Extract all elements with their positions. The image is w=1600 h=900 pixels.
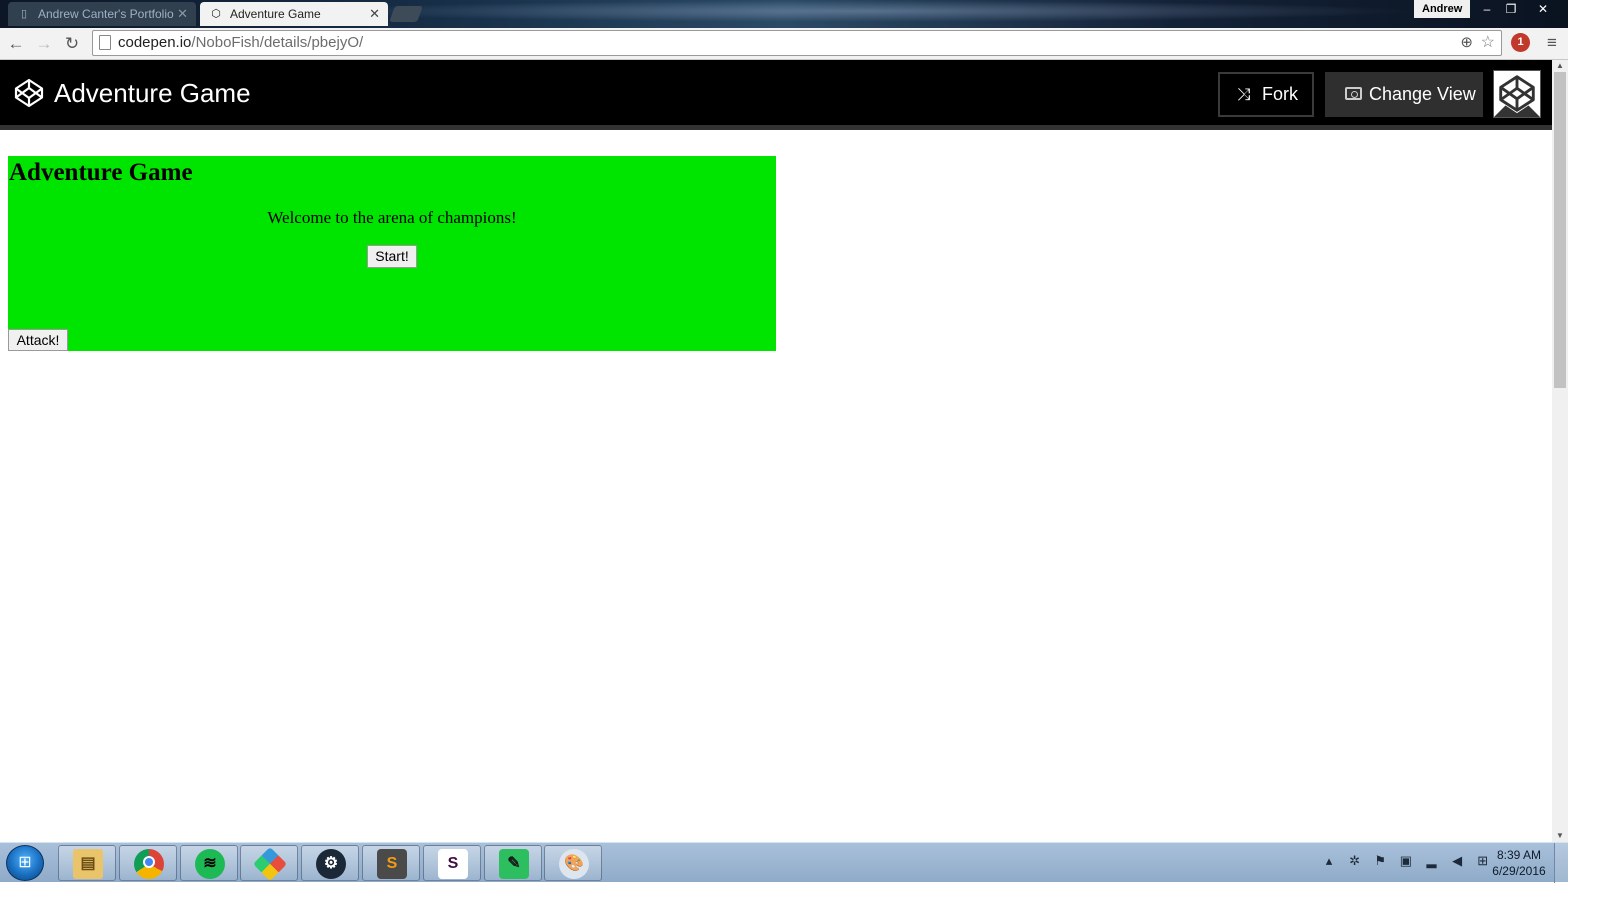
taskbar-slack[interactable]: S bbox=[423, 845, 481, 881]
codepen-header: Adventure Game ⤨ Fork Change View bbox=[0, 60, 1552, 130]
welcome-message: Welcome to the arena of champions! bbox=[267, 208, 517, 227]
tab-portfolio[interactable]: ▯ Andrew Canter's Portfolio ✕ bbox=[8, 2, 196, 26]
game-title: Adventure Game bbox=[9, 159, 193, 186]
sublime-icon: S bbox=[377, 849, 407, 879]
volume-icon[interactable]: ◀ bbox=[1446, 853, 1468, 869]
change-view-label: Change View bbox=[1369, 84, 1476, 104]
taskbar-spotify[interactable]: ≋ bbox=[180, 845, 238, 881]
clock-date: 6/29/2016 bbox=[1492, 864, 1546, 878]
profile-button[interactable]: Andrew bbox=[1414, 0, 1471, 18]
codepen-logo-icon[interactable] bbox=[14, 78, 44, 108]
clock-time: 8:39 AM bbox=[1496, 848, 1542, 862]
scroll-up-arrow-icon[interactable]: ▲ bbox=[1552, 60, 1568, 72]
action-center-flag-icon[interactable]: ⚑ bbox=[1369, 853, 1391, 869]
scroll-down-arrow-icon[interactable]: ▼ bbox=[1552, 830, 1568, 842]
taskbar-evernote[interactable]: ✎ bbox=[484, 845, 542, 881]
tab-adventure-game[interactable]: ⬡ Adventure Game ✕ bbox=[200, 2, 388, 26]
vertical-scrollbar[interactable]: ▲ ▼ bbox=[1552, 60, 1568, 842]
taskbar-steam[interactable]: ⚙ bbox=[301, 845, 359, 881]
tray-expand-icon[interactable]: ▴ bbox=[1318, 853, 1340, 869]
eye-icon bbox=[1345, 87, 1362, 100]
steam-icon: ⚙ bbox=[316, 849, 346, 879]
windows-taskbar: ⊞ ▤ ≋ ⚙ S S ✎ 🎨 ▴ ✲ ⚑ ▣ ▂ ◀ ⊞ 8:39 AM 6/… bbox=[0, 842, 1568, 883]
tab-label: Andrew Canter's Portfolio bbox=[38, 7, 174, 21]
menu-icon[interactable]: ≡ bbox=[1543, 32, 1561, 54]
codepen-icon: ⬡ bbox=[211, 8, 221, 20]
game-panel: Adventure Game Welcome to the arena of c… bbox=[8, 156, 776, 351]
fork-label: Fork bbox=[1262, 84, 1298, 104]
fork-button[interactable]: ⤨ Fork bbox=[1218, 72, 1314, 117]
scroll-thumb[interactable] bbox=[1554, 72, 1566, 388]
bookmark-star-icon[interactable]: ☆ bbox=[1481, 31, 1495, 55]
device-icon[interactable]: ▣ bbox=[1395, 853, 1417, 869]
diamond-app-icon bbox=[253, 847, 287, 881]
system-tray: ▴ ✲ ⚑ ▣ ▂ ◀ ⊞ bbox=[1318, 853, 1494, 873]
taskbar-clock[interactable]: 8:39 AM 6/29/2016 bbox=[1486, 847, 1552, 879]
address-bar[interactable]: codepen.io/NoboFish/details/pbejyO/ ⊕ ☆ bbox=[92, 30, 1502, 56]
minimize-button[interactable]: – bbox=[1474, 0, 1500, 18]
url-text: codepen.io/NoboFish/details/pbejyO/ bbox=[118, 34, 364, 51]
network-signal-icon[interactable]: ▂ bbox=[1421, 853, 1443, 869]
taskbar-sublime-text[interactable]: S bbox=[362, 845, 420, 881]
taskbar-file-explorer[interactable]: ▤ bbox=[58, 845, 116, 881]
taskbar-game-launcher[interactable] bbox=[240, 845, 298, 881]
back-arrow-icon[interactable]: ← bbox=[4, 32, 28, 56]
slack-icon: S bbox=[438, 849, 468, 879]
tab-label: Adventure Game bbox=[230, 7, 321, 21]
fork-icon: ⤨ bbox=[1237, 85, 1251, 104]
restore-button[interactable]: ❐ bbox=[1498, 0, 1524, 18]
page-title: Adventure Game bbox=[54, 78, 251, 108]
tray-app-icon[interactable]: ✲ bbox=[1344, 853, 1366, 869]
taskbar-chrome[interactable] bbox=[119, 845, 177, 881]
taskbar-paint[interactable]: 🎨 bbox=[544, 845, 602, 881]
start-button[interactable]: Start! bbox=[367, 245, 417, 268]
change-view-button[interactable]: Change View bbox=[1325, 72, 1483, 117]
page-icon: ▯ bbox=[20, 8, 28, 20]
avatar[interactable] bbox=[1493, 70, 1541, 118]
page-icon bbox=[99, 35, 111, 50]
paint-palette-icon: 🎨 bbox=[559, 849, 589, 879]
attack-button[interactable]: Attack! bbox=[8, 329, 68, 351]
reload-icon[interactable]: ↻ bbox=[60, 32, 84, 56]
folder-icon: ▤ bbox=[73, 849, 103, 879]
extension-badge[interactable]: 1 bbox=[1511, 33, 1530, 52]
start-button[interactable]: ⊞ bbox=[6, 845, 44, 881]
zoom-icon[interactable]: ⊕ bbox=[1460, 31, 1473, 55]
close-icon[interactable]: ✕ bbox=[177, 2, 188, 26]
show-desktop-button[interactable] bbox=[1554, 843, 1568, 883]
close-icon[interactable]: ✕ bbox=[369, 2, 380, 26]
new-tab-button[interactable] bbox=[389, 6, 423, 22]
window-close-button[interactable]: ✕ bbox=[1530, 0, 1556, 18]
evernote-icon: ✎ bbox=[499, 849, 529, 879]
spotify-icon: ≋ bbox=[195, 849, 225, 879]
browser-toolbar: ← → ↻ codepen.io/NoboFish/details/pbejyO… bbox=[0, 28, 1568, 60]
chrome-icon bbox=[134, 849, 164, 879]
forward-arrow-icon[interactable]: → bbox=[32, 32, 56, 56]
